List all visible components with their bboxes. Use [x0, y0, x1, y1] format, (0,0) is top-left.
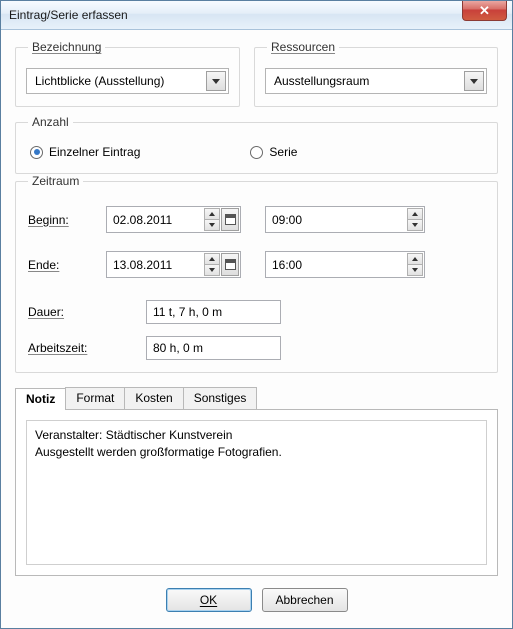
- duration-input[interactable]: 11 t, 7 h, 0 m: [146, 300, 281, 324]
- designation-group: Bezeichnung Lichtblicke (Ausstellung): [15, 40, 240, 107]
- chevron-up-icon: [209, 212, 215, 216]
- tab-sonstiges[interactable]: Sonstiges: [183, 387, 258, 409]
- resources-value: Ausstellungsraum: [274, 74, 369, 88]
- cancel-button[interactable]: Abbrechen: [262, 588, 348, 612]
- radio-single-label: Einzelner Eintrag: [49, 145, 140, 159]
- chevron-down-icon: [209, 223, 215, 227]
- end-date-calendar-button[interactable]: [221, 253, 239, 276]
- end-time-value: 16:00: [272, 258, 404, 272]
- spin-down-button[interactable]: [407, 219, 423, 231]
- radio-series-label: Serie: [269, 145, 297, 159]
- period-group: Zeitraum Beginn: 02.08.2011: [15, 174, 498, 373]
- worktime-label: Arbeitszeit:: [28, 341, 138, 355]
- client-area: Bezeichnung Lichtblicke (Ausstellung) Re…: [1, 30, 512, 628]
- chevron-down-icon: [212, 79, 220, 84]
- radio-icon: [30, 146, 43, 159]
- begin-date-input[interactable]: 02.08.2011: [106, 206, 241, 233]
- radio-single-entry[interactable]: Einzelner Eintrag: [30, 145, 140, 159]
- close-button[interactable]: ✕: [462, 1, 507, 21]
- notes-textarea[interactable]: Veranstalter: Städtischer Kunstverein Au…: [26, 420, 487, 565]
- radio-icon: [250, 146, 263, 159]
- close-icon: ✕: [479, 3, 490, 19]
- spin-down-button[interactable]: [204, 219, 220, 231]
- resources-dropdown-button[interactable]: [464, 71, 484, 91]
- resources-legend: Ressourcen: [267, 40, 339, 54]
- window-title: Eintrag/Serie erfassen: [9, 8, 128, 22]
- tab-format[interactable]: Format: [65, 387, 125, 409]
- begin-date-calendar-button[interactable]: [221, 208, 239, 231]
- titlebar: Eintrag/Serie erfassen ✕: [1, 1, 512, 30]
- tab-notiz[interactable]: Notiz: [15, 388, 66, 410]
- end-label: Ende:: [28, 258, 98, 272]
- worktime-value: 80 h, 0 m: [153, 341, 203, 355]
- designation-combo[interactable]: Lichtblicke (Ausstellung): [26, 68, 229, 94]
- calendar-icon: [225, 214, 236, 225]
- end-date-value: 13.08.2011: [113, 258, 200, 272]
- tab-kosten[interactable]: Kosten: [124, 387, 183, 409]
- spin-down-button[interactable]: [204, 264, 220, 276]
- worktime-input[interactable]: 80 h, 0 m: [146, 336, 281, 360]
- duration-label: Dauer:: [28, 305, 138, 319]
- calendar-icon: [225, 259, 236, 270]
- count-group: Anzahl Einzelner Eintrag Serie: [15, 115, 498, 174]
- end-time-input[interactable]: 16:00: [265, 251, 425, 278]
- chevron-up-icon: [412, 212, 418, 216]
- spin-down-button[interactable]: [407, 264, 423, 276]
- ok-button[interactable]: OK: [166, 588, 252, 612]
- resources-combo[interactable]: Ausstellungsraum: [265, 68, 487, 94]
- chevron-down-icon: [209, 268, 215, 272]
- designation-legend: Bezeichnung: [28, 40, 105, 54]
- designation-dropdown-button[interactable]: [206, 71, 226, 91]
- begin-time-value: 09:00: [272, 213, 404, 227]
- begin-date-value: 02.08.2011: [113, 213, 200, 227]
- chevron-down-icon: [412, 223, 418, 227]
- period-legend: Zeitraum: [28, 174, 83, 188]
- duration-value: 11 t, 7 h, 0 m: [153, 305, 222, 319]
- radio-series[interactable]: Serie: [250, 145, 297, 159]
- begin-time-input[interactable]: 09:00: [265, 206, 425, 233]
- dialog-window: Eintrag/Serie erfassen ✕ Bezeichnung Lic…: [0, 0, 513, 629]
- chevron-down-icon: [470, 79, 478, 84]
- end-date-input[interactable]: 13.08.2011: [106, 251, 241, 278]
- chevron-up-icon: [209, 257, 215, 261]
- begin-label: Beginn:: [28, 213, 98, 227]
- count-legend: Anzahl: [28, 115, 73, 129]
- chevron-down-icon: [412, 268, 418, 272]
- tabs: Notiz Format Kosten Sonstiges Veranstalt…: [15, 387, 498, 576]
- chevron-up-icon: [412, 257, 418, 261]
- designation-value: Lichtblicke (Ausstellung): [35, 74, 164, 88]
- tab-content: Veranstalter: Städtischer Kunstverein Au…: [15, 409, 498, 576]
- resources-group: Ressourcen Ausstellungsraum: [254, 40, 498, 107]
